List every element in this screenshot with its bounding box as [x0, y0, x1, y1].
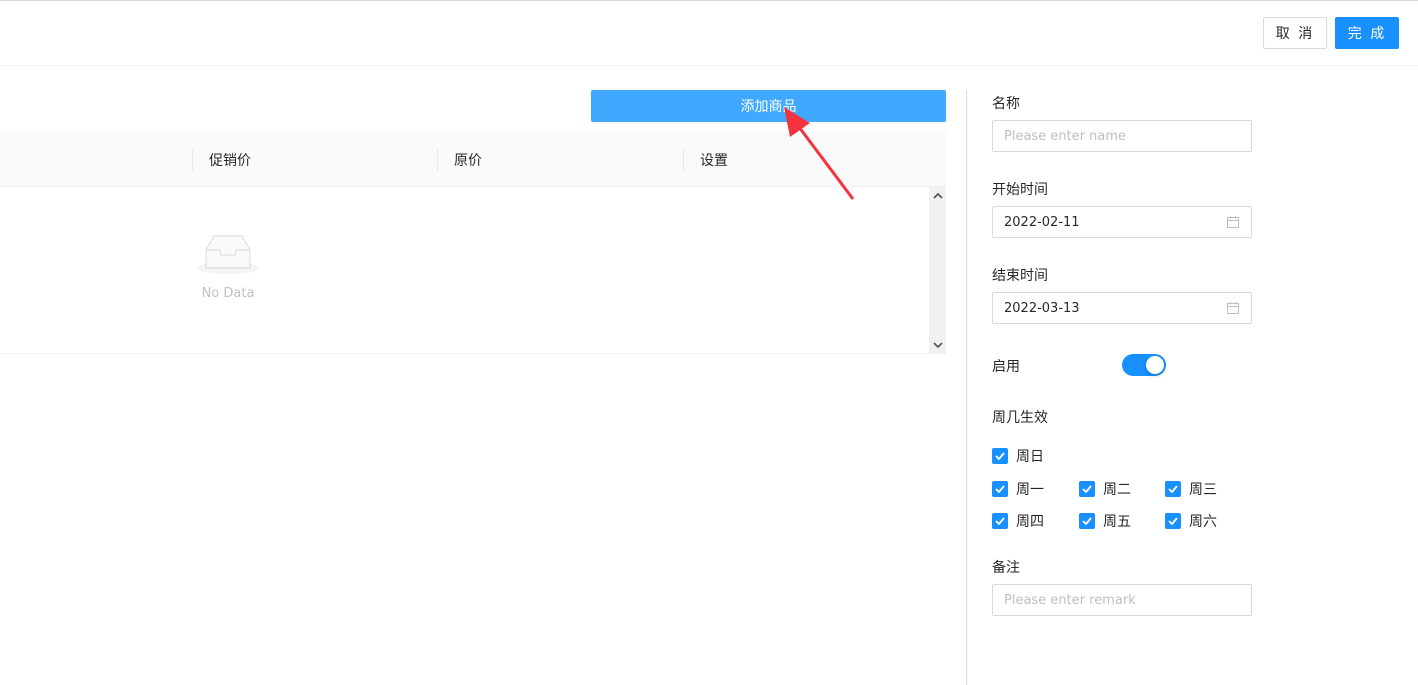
weekday-checkbox-sunday[interactable]: 周日 — [992, 446, 1044, 466]
checkmark-icon — [1079, 481, 1095, 497]
add-product-button[interactable]: 添加商品 — [591, 90, 946, 122]
column-separator — [437, 149, 438, 171]
scroll-up-icon[interactable] — [929, 187, 946, 204]
column-separator — [192, 149, 193, 171]
weekday-checkbox-monday[interactable]: 周一 — [992, 479, 1044, 499]
remark-input[interactable] — [992, 584, 1252, 616]
enabled-label: 启用 — [992, 359, 1020, 375]
calendar-icon — [1226, 215, 1240, 229]
checkmark-icon — [1079, 513, 1095, 529]
column-header-settings: 设置 — [700, 152, 728, 169]
checkmark-icon — [992, 448, 1008, 464]
panel-divider — [966, 90, 967, 685]
checkmark-icon — [1165, 513, 1181, 529]
enabled-switch[interactable] — [1122, 354, 1166, 376]
weekday-checkbox-wednesday[interactable]: 周三 — [1165, 479, 1217, 499]
weekdays-label: 周几生效 — [992, 410, 1048, 426]
remark-label: 备注 — [992, 560, 1020, 576]
table-body — [0, 187, 946, 354]
end-date-value: 2022-03-13 — [1004, 300, 1080, 316]
weekday-checkbox-saturday[interactable]: 周六 — [1165, 511, 1217, 531]
scroll-down-icon[interactable] — [929, 336, 946, 353]
name-input[interactable] — [992, 120, 1252, 152]
weekday-label: 周日 — [1016, 449, 1044, 465]
weekday-label: 周二 — [1103, 482, 1131, 498]
header-bar: 取 消 完 成 — [0, 1, 1418, 66]
weekday-label: 周四 — [1016, 514, 1044, 530]
page: 取 消 完 成 添加商品 促销价 原价 设置 No Data 名称 Please… — [0, 0, 1418, 685]
column-header-original-price: 原价 — [454, 152, 482, 169]
switch-knob — [1146, 356, 1164, 374]
empty-text: No Data — [201, 286, 255, 301]
weekday-checkbox-friday[interactable]: 周五 — [1079, 511, 1131, 531]
checkmark-icon — [992, 481, 1008, 497]
empty-state: No Data — [190, 228, 266, 301]
weekday-label: 周五 — [1103, 514, 1131, 530]
calendar-icon — [1226, 301, 1240, 315]
cancel-button[interactable]: 取 消 — [1263, 17, 1327, 49]
checkmark-icon — [1165, 481, 1181, 497]
weekday-checkbox-thursday[interactable]: 周四 — [992, 511, 1044, 531]
weekday-label: 周三 — [1189, 482, 1217, 498]
column-header-promo-price: 促销价 — [209, 152, 251, 169]
checkmark-icon — [992, 513, 1008, 529]
empty-box-icon — [197, 235, 259, 274]
table-scrollbar[interactable] — [929, 187, 946, 353]
start-time-label: 开始时间 — [992, 182, 1048, 198]
done-button[interactable]: 完 成 — [1335, 17, 1399, 49]
start-date-value: 2022-02-11 — [1004, 214, 1080, 230]
annotation-arrow-icon — [784, 107, 855, 200]
weekday-label: 周一 — [1016, 482, 1044, 498]
end-time-label: 结束时间 — [992, 268, 1048, 284]
start-date-picker[interactable]: 2022-02-11 — [992, 206, 1252, 238]
end-date-picker[interactable]: 2022-03-13 — [992, 292, 1252, 324]
weekday-checkbox-tuesday[interactable]: 周二 — [1079, 479, 1131, 499]
column-separator — [683, 149, 684, 171]
weekday-label: 周六 — [1189, 514, 1217, 530]
name-label: 名称 — [992, 96, 1020, 112]
